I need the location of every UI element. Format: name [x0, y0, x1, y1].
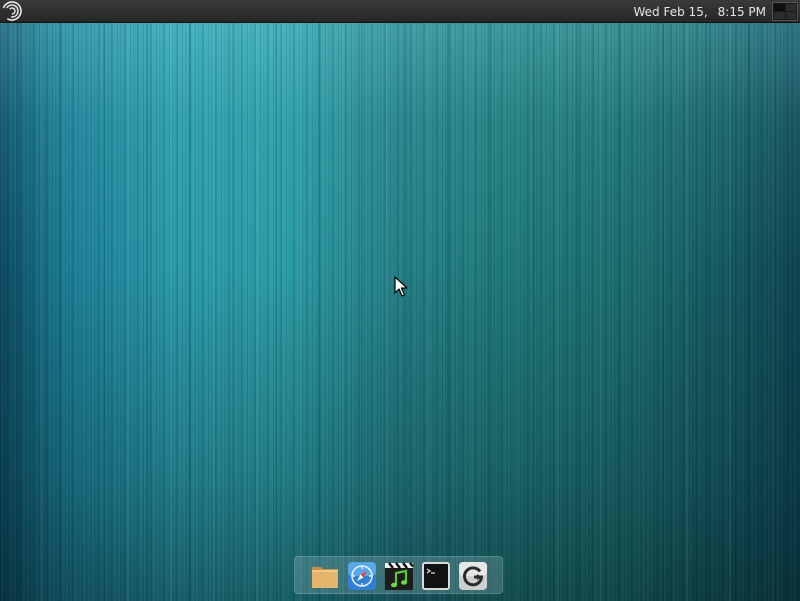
- workspace-switcher-icon[interactable]: [772, 2, 798, 21]
- clock-date: Wed Feb 15,: [633, 5, 708, 19]
- clock-time: 8:15 PM: [717, 5, 766, 19]
- workspace-3[interactable]: [774, 12, 785, 19]
- terminal-icon[interactable]: [421, 561, 451, 591]
- refresh-icon[interactable]: [458, 561, 488, 591]
- workspace-1[interactable]: [774, 4, 785, 11]
- top-panel: Wed Feb 15, 8:15 PM: [0, 0, 800, 23]
- desktop-wallpaper[interactable]: Wed Feb 15, 8:15 PM: [0, 0, 800, 601]
- media-player-icon[interactable]: [384, 561, 414, 591]
- mouse-pointer-icon: [394, 276, 408, 298]
- workspace-2[interactable]: [785, 4, 796, 11]
- panel-clock[interactable]: Wed Feb 15, 8:15 PM: [634, 0, 766, 23]
- workspace-4[interactable]: [785, 12, 796, 19]
- swirl-logo-icon[interactable]: [2, 1, 22, 21]
- folder-icon[interactable]: [310, 561, 340, 591]
- compass-icon[interactable]: [347, 561, 377, 591]
- dock: [294, 556, 503, 594]
